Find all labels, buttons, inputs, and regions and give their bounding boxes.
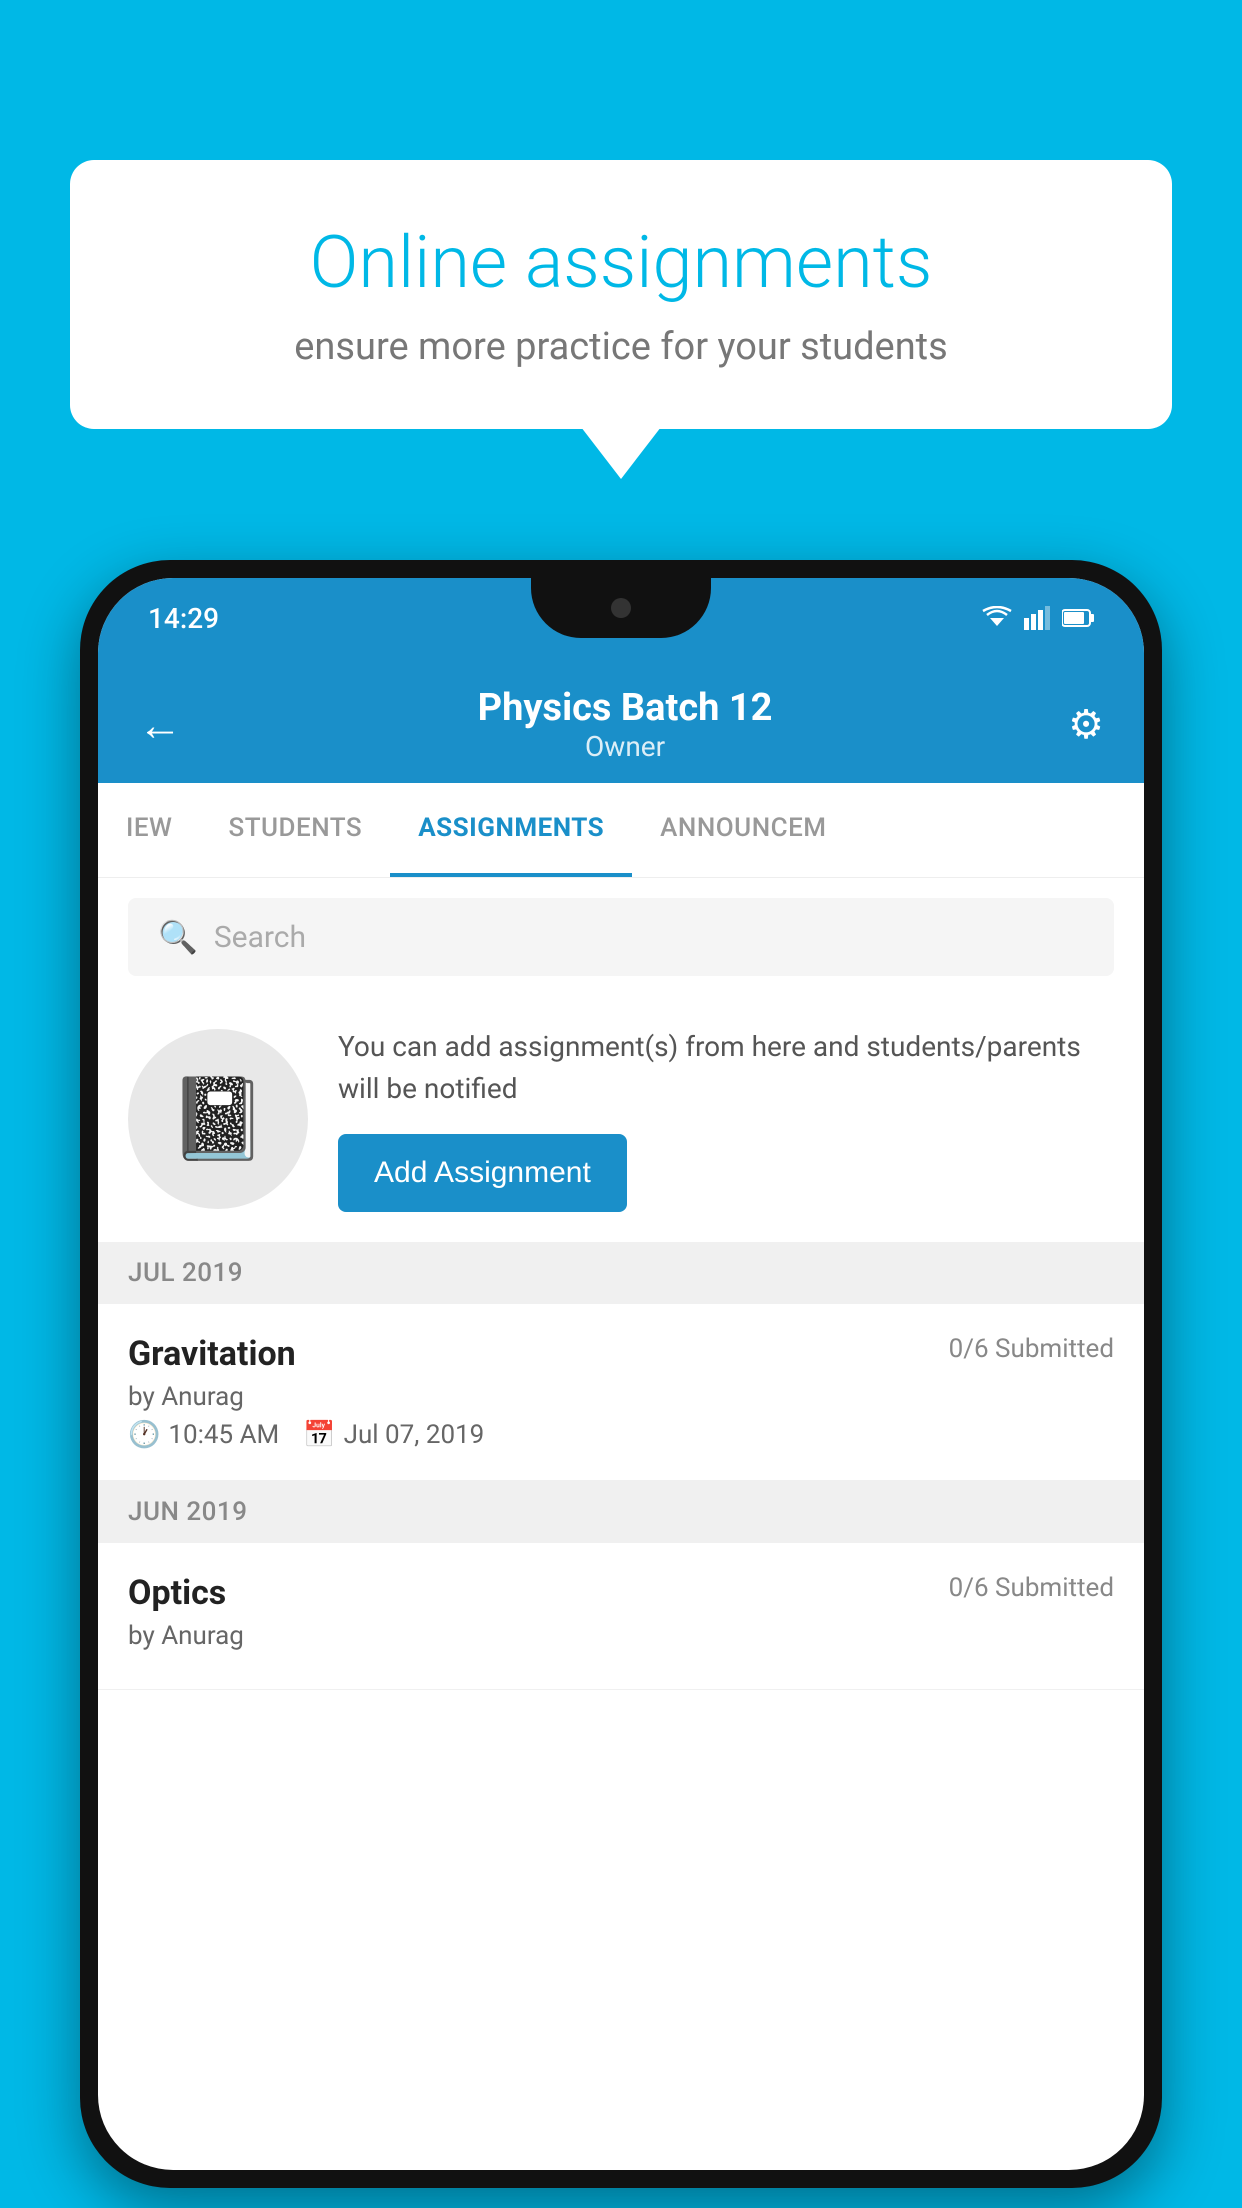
calendar-icon: 📅 <box>303 1420 335 1450</box>
assignment-submitted: 0/6 Submitted <box>949 1573 1114 1603</box>
header-subtitle: Owner <box>478 730 773 763</box>
status-time: 14:29 <box>148 602 219 635</box>
assignment-meta: 🕐 10:45 AM 📅 Jul 07, 2019 <box>128 1420 1114 1450</box>
speech-bubble: Online assignments ensure more practice … <box>70 160 1172 429</box>
assignment-time: 🕐 10:45 AM <box>128 1420 279 1450</box>
assignment-item-gravitation[interactable]: Gravitation 0/6 Submitted by Anurag 🕐 10… <box>98 1304 1144 1481</box>
wifi-icon <box>982 606 1012 630</box>
back-button[interactable]: ← <box>138 699 182 751</box>
assignment-by: by Anurag <box>128 1382 1114 1412</box>
tabs-bar: IEW STUDENTS ASSIGNMENTS ANNOUNCEM <box>98 783 1144 878</box>
status-icons <box>982 606 1094 630</box>
assignment-name: Optics <box>128 1573 226 1613</box>
assignment-submitted: 0/6 Submitted <box>949 1334 1114 1364</box>
section-jul-2019: JUL 2019 <box>98 1242 1144 1304</box>
bubble-title: Online assignments <box>140 220 1102 305</box>
search-input[interactable]: Search <box>214 920 306 955</box>
header-center: Physics Batch 12 Owner <box>478 686 773 763</box>
tab-iew[interactable]: IEW <box>98 783 200 877</box>
search-container: 🔍 Search <box>98 878 1144 996</box>
search-icon: 🔍 <box>158 918 198 956</box>
assignment-by: by Anurag <box>128 1621 1114 1651</box>
tab-assignments[interactable]: ASSIGNMENTS <box>390 783 632 877</box>
date-value: Jul 07, 2019 <box>344 1420 485 1450</box>
info-section: 📓 You can add assignment(s) from here an… <box>98 996 1144 1242</box>
tab-announcements[interactable]: ANNOUNCEM <box>632 783 854 877</box>
header-title: Physics Batch 12 <box>478 686 773 730</box>
notebook-icon: 📓 <box>168 1072 268 1166</box>
settings-button[interactable]: ⚙ <box>1068 701 1104 748</box>
signal-icon <box>1024 606 1050 630</box>
status-bar: 14:29 <box>98 578 1144 658</box>
bubble-subtitle: ensure more practice for your students <box>140 325 1102 369</box>
assignment-row1: Gravitation 0/6 Submitted <box>128 1334 1114 1374</box>
assignment-name: Gravitation <box>128 1334 296 1374</box>
add-assignment-button[interactable]: Add Assignment <box>338 1134 627 1212</box>
app-header: ← Physics Batch 12 Owner ⚙ <box>98 658 1144 783</box>
search-bar[interactable]: 🔍 Search <box>128 898 1114 976</box>
tab-students[interactable]: STUDENTS <box>200 783 390 877</box>
time-value: 10:45 AM <box>168 1420 279 1450</box>
info-description: You can add assignment(s) from here and … <box>338 1026 1114 1110</box>
assignment-icon-circle: 📓 <box>128 1029 308 1209</box>
assignment-row1: Optics 0/6 Submitted <box>128 1573 1114 1613</box>
assignment-item-optics[interactable]: Optics 0/6 Submitted by Anurag <box>98 1543 1144 1690</box>
speech-bubble-container: Online assignments ensure more practice … <box>70 160 1172 429</box>
battery-icon <box>1062 607 1094 629</box>
camera <box>611 598 631 618</box>
phone-notch-bump <box>531 578 711 638</box>
clock-icon: 🕐 <box>128 1420 160 1450</box>
phone-frame: 14:29 <box>80 560 1162 2188</box>
assignment-date: 📅 Jul 07, 2019 <box>303 1420 484 1450</box>
phone-inner: 14:29 <box>98 578 1144 2170</box>
section-jun-2019: JUN 2019 <box>98 1481 1144 1543</box>
info-text-area: You can add assignment(s) from here and … <box>338 1026 1114 1212</box>
